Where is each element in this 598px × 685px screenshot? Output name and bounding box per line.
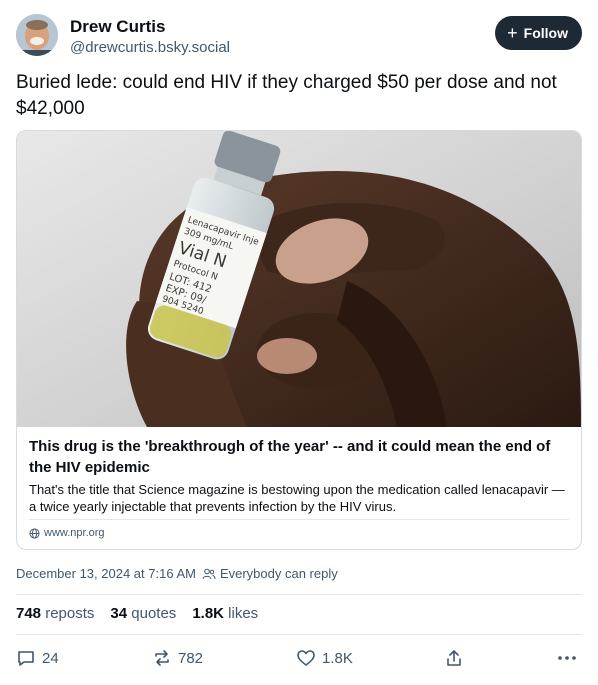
- divider-bottom: [16, 634, 582, 635]
- link-card-divider: [29, 519, 569, 520]
- follow-label: Follow: [523, 25, 568, 41]
- heart-icon: [297, 650, 315, 666]
- divider-top: [16, 594, 582, 595]
- quotes-label: quotes: [131, 605, 177, 622]
- like-button[interactable]: 1.8K: [296, 648, 353, 668]
- link-card-domain: www.npr.org: [29, 527, 105, 539]
- more-options-button[interactable]: [556, 648, 578, 668]
- post-stats: 748 reposts 34 quotes 1.8K likes: [16, 605, 258, 622]
- reposts-stat[interactable]: 748 reposts: [16, 605, 94, 622]
- author-handle[interactable]: @drewcurtis.bsky.social: [70, 39, 230, 56]
- action-bar: 24 782 1.8K: [16, 648, 582, 672]
- reply-button[interactable]: 24: [16, 648, 59, 668]
- reply-icon: [18, 651, 34, 666]
- post-timestamp[interactable]: December 13, 2024 at 7:16 AM: [16, 566, 196, 581]
- author-avatar[interactable]: [16, 14, 58, 56]
- ellipsis-icon: [558, 656, 576, 660]
- reposts-label: reposts: [45, 605, 95, 622]
- quotes-stat[interactable]: 34 quotes: [110, 605, 176, 622]
- repost-button[interactable]: 782: [152, 648, 203, 668]
- repost-count: 782: [178, 649, 204, 667]
- people-icon: [202, 568, 216, 579]
- repost-icon: [155, 650, 169, 666]
- reposts-count: 748: [16, 605, 42, 622]
- likes-label: likes: [228, 605, 259, 622]
- reply-setting-text: Everybody can reply: [219, 566, 338, 581]
- reply-count: 24: [42, 649, 59, 667]
- post-header: Drew Curtis @drewcurtis.bsky.social + Fo…: [16, 14, 582, 58]
- post-meta: December 13, 2024 at 7:16 AM Everybody c…: [16, 566, 338, 581]
- quotes-count: 34: [110, 605, 128, 622]
- reply-setting: Everybody can reply: [202, 566, 338, 581]
- share-icon: [447, 650, 461, 666]
- globe-icon: [29, 527, 40, 539]
- link-card-description: That's the title that Science magazine i…: [29, 482, 565, 514]
- link-card[interactable]: Lenacapavir Inje 309 mg/mL Vial N Protoc…: [16, 130, 582, 550]
- follow-button[interactable]: + Follow: [495, 16, 582, 50]
- likes-stat[interactable]: 1.8K likes: [192, 605, 258, 622]
- likes-count: 1.8K: [192, 605, 224, 622]
- author-name[interactable]: Drew Curtis: [70, 17, 165, 37]
- link-card-domain-text: www.npr.org: [44, 527, 105, 539]
- link-card-image: Lenacapavir Inje 309 mg/mL Vial N Protoc…: [17, 131, 581, 427]
- post-text: Buried lede: could end HIV if they charg…: [16, 72, 557, 119]
- plus-icon: +: [507, 23, 518, 43]
- share-button[interactable]: [444, 648, 464, 668]
- link-card-title: This drug is the 'breakthrough of the ye…: [29, 438, 551, 476]
- like-count: 1.8K: [322, 649, 353, 667]
